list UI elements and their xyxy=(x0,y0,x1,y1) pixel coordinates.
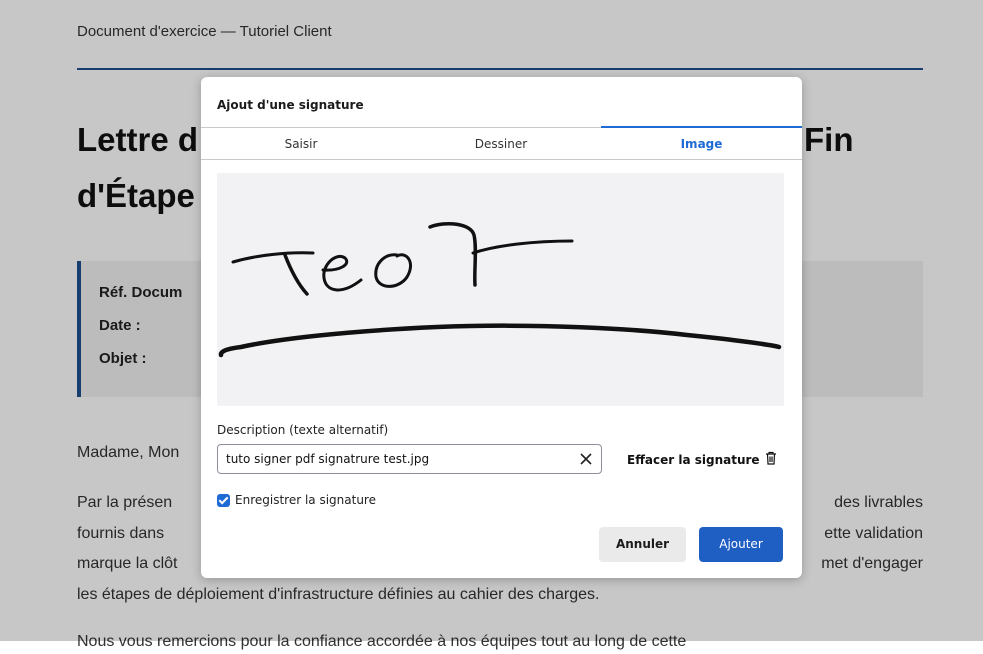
erase-signature-label: Effacer la signature xyxy=(627,452,760,467)
signature-preview[interactable] xyxy=(217,173,784,406)
trash-icon xyxy=(765,451,777,468)
close-icon[interactable] xyxy=(575,448,597,470)
save-signature-label: Enregistrer la signature xyxy=(235,493,376,507)
tab-draw[interactable]: Dessiner xyxy=(401,128,601,160)
add-button[interactable]: Ajouter xyxy=(699,527,783,562)
cancel-button[interactable]: Annuler xyxy=(599,527,686,562)
tab-type[interactable]: Saisir xyxy=(201,128,401,160)
save-signature-option[interactable]: Enregistrer la signature xyxy=(217,493,376,507)
save-signature-checkbox[interactable] xyxy=(217,493,230,507)
tab-image[interactable]: Image xyxy=(601,126,802,160)
close-icon-glyph xyxy=(580,453,592,465)
erase-signature-button[interactable]: Effacer la signature xyxy=(627,451,777,468)
signature-image xyxy=(218,221,782,358)
signature-dialog: Ajout d'une signature Saisir Dessiner Im… xyxy=(201,77,802,578)
description-label: Description (texte alternatif) xyxy=(217,423,389,437)
dialog-title: Ajout d'une signature xyxy=(217,98,364,112)
description-input[interactable] xyxy=(217,444,602,474)
signature-tabs: Saisir Dessiner Image xyxy=(201,126,802,160)
